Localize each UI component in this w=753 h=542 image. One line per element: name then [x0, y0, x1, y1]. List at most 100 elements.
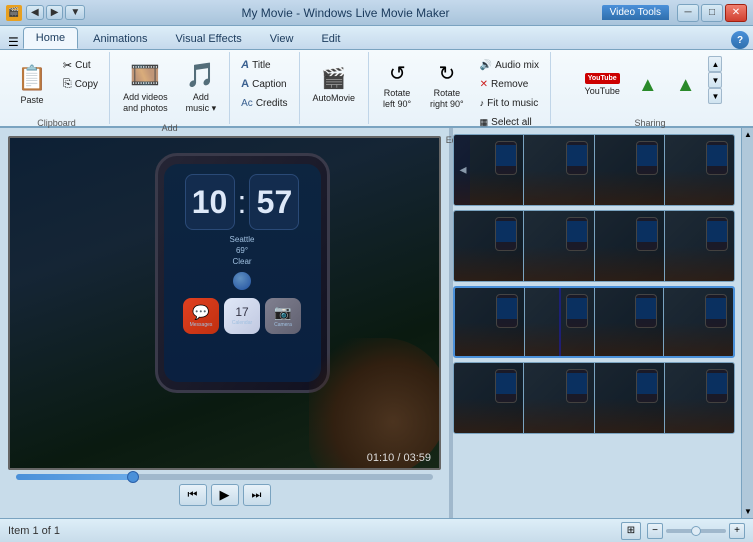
rotate-right-button[interactable]: ↻ Rotateright 90°	[423, 56, 471, 115]
progress-fill	[16, 474, 133, 480]
editing-content: ↻ Rotateleft 90° ↻ Rotateright 90° 🔊 Aud…	[375, 54, 544, 133]
rotate-right-icon: ↻	[438, 61, 455, 86]
progress-bar[interactable]	[16, 474, 433, 480]
video-screen: 10 : 57 Seattle69°Clear 💬 Messages	[10, 138, 439, 468]
titles-content: A Title A Caption Ac Credits	[236, 54, 292, 114]
title-bar-nav: ◀ ▶ ▼	[26, 5, 85, 20]
title-bar-left: 🎬 ◀ ▶ ▼ My Movie - Windows Live Movie Ma…	[6, 5, 602, 21]
clip-strip-3[interactable]	[453, 286, 735, 358]
add-group: 🎞️ Add videosand photos 🎵 Addmusic ▾ Add	[110, 52, 230, 124]
youtube-label: YouTube	[585, 86, 620, 97]
titles-column: A Title A Caption Ac Credits	[236, 56, 292, 112]
audio-mix-button[interactable]: 🔊 Audio mix	[475, 56, 544, 74]
titles-group: A Title A Caption Ac Credits -	[230, 52, 299, 124]
paste-button[interactable]: 📋 Paste	[10, 56, 54, 114]
youtube-icon: YouTube	[585, 73, 620, 84]
minimize-button[interactable]: ─	[677, 4, 699, 22]
timeline-panel: ▶	[453, 128, 741, 518]
timestamp-overlay: 01:10 / 03:59	[367, 452, 431, 464]
remove-icon: ✕	[480, 79, 488, 90]
scroll-mid-button[interactable]: ▼	[708, 72, 722, 88]
share-button-2[interactable]: ▲	[669, 56, 703, 114]
app-icon: 🎬	[6, 5, 22, 21]
progress-thumb[interactable]	[127, 471, 139, 483]
add-videos-icon: 🎞️	[130, 61, 160, 90]
title-label: Title	[252, 60, 271, 71]
timeline-scroll-down[interactable]: ▼	[744, 507, 751, 516]
copy-button[interactable]: ⎘ Copy	[58, 75, 103, 93]
clip-frame-1-2	[524, 135, 594, 205]
clock-display: 10 : 57	[185, 174, 300, 230]
clip-frame-3-4	[664, 288, 733, 356]
cut-button[interactable]: ✂ Cut	[58, 56, 103, 74]
rotate-right-label: Rotateright 90°	[430, 88, 464, 110]
add-videos-button[interactable]: 🎞️ Add videosand photos	[116, 56, 175, 119]
add-content: 🎞️ Add videosand photos 🎵 Addmusic ▾	[116, 54, 223, 121]
timeline-scroll-up[interactable]: ▲	[744, 130, 751, 139]
remove-label: Remove	[491, 79, 528, 90]
title-bar: 🎬 ◀ ▶ ▼ My Movie - Windows Live Movie Ma…	[0, 0, 753, 26]
share-button-1[interactable]: ▲	[631, 56, 665, 114]
caption-button[interactable]: A Caption	[236, 75, 292, 93]
credits-label: Credits	[256, 98, 288, 109]
tab-animations[interactable]: Animations	[80, 27, 160, 49]
nav-forward-button[interactable]: ▶	[46, 5, 64, 20]
clip-strip-4[interactable]	[453, 362, 735, 434]
storyboard-view-button[interactable]: ⊞	[621, 522, 641, 540]
clip-strip-1[interactable]: ▶	[453, 134, 735, 206]
scroll-up-button[interactable]: ▲	[708, 56, 722, 72]
nav-down-button[interactable]: ▼	[65, 5, 85, 20]
zoom-controls: − +	[647, 523, 745, 539]
forward-button[interactable]: ⏭	[243, 484, 271, 506]
rotate-left-button[interactable]: ↻ Rotateleft 90°	[375, 56, 419, 115]
credits-icon: Ac	[241, 98, 253, 109]
help-button[interactable]: ?	[731, 31, 749, 49]
status-bar: Item 1 of 1 ⊞ − +	[0, 518, 753, 542]
automovie-button[interactable]: 🎬 AutoMovie	[306, 56, 363, 114]
play-icon: ▶	[220, 487, 230, 503]
tab-home[interactable]: Home	[23, 27, 78, 49]
copy-label: Copy	[75, 79, 98, 90]
clip-frame-1-3	[595, 135, 665, 205]
video-tools-badge: Video Tools	[602, 5, 669, 20]
select-all-label: Select all	[491, 117, 532, 128]
clipboard-group: 📋 Paste ✂ Cut ⎘ Copy Clipboard	[4, 52, 110, 124]
clipboard-column: ✂ Cut ⎘ Copy	[58, 56, 103, 93]
add-music-button[interactable]: 🎵 Addmusic ▾	[179, 56, 224, 119]
ribbon: 📋 Paste ✂ Cut ⎘ Copy Clipboard 🎞️ Add vi…	[0, 50, 753, 128]
paste-label: Paste	[20, 95, 43, 106]
rewind-button[interactable]: ⏮	[179, 484, 207, 506]
sharing-group: YouTube YouTube ▲ ▲ ▲ ▼ ▼ Sharing	[551, 52, 749, 124]
scroll-down-button[interactable]: ▼	[708, 88, 722, 104]
title-button[interactable]: A Title	[236, 56, 292, 74]
play-button[interactable]: ▶	[211, 484, 239, 506]
select-all-button[interactable]: ▦ Select all	[475, 113, 544, 131]
title-icon: A	[241, 59, 249, 71]
nav-back-button[interactable]: ◀	[26, 5, 44, 20]
clock-hour: 10	[185, 174, 235, 230]
editing-column: 🔊 Audio mix ✕ Remove ♪ Fit to music ▦ Se…	[475, 56, 544, 131]
calendar-app-icon: 17 Calendar	[224, 298, 260, 334]
remove-button[interactable]: ✕ Remove	[475, 75, 544, 93]
add-videos-label: Add videosand photos	[123, 92, 168, 114]
zoom-track[interactable]	[666, 529, 726, 533]
rotate-left-label: Rotateleft 90°	[383, 88, 411, 110]
tab-view[interactable]: View	[257, 27, 307, 49]
fit-to-music-button[interactable]: ♪ Fit to music	[475, 94, 544, 112]
hand-graphic	[309, 338, 441, 470]
forward-icon: ⏭	[252, 489, 262, 502]
tab-visual-effects[interactable]: Visual Effects	[163, 27, 255, 49]
zoom-in-button[interactable]: +	[729, 523, 745, 539]
tab-edit[interactable]: Edit	[308, 27, 353, 49]
clock-minute: 57	[249, 174, 299, 230]
zoom-thumb[interactable]	[691, 526, 701, 536]
zoom-out-button[interactable]: −	[647, 523, 663, 539]
clip-strip-2[interactable]	[453, 210, 735, 282]
credits-button[interactable]: Ac Credits	[236, 94, 292, 112]
youtube-button[interactable]: YouTube YouTube	[578, 56, 627, 114]
camera-app-icon: 📷 Camera	[265, 298, 301, 334]
maximize-button[interactable]: □	[701, 4, 723, 22]
timeline-scrollbar[interactable]: ▲ ▼	[741, 128, 753, 518]
close-button[interactable]: ✕	[725, 4, 747, 22]
add-music-icon: 🎵	[186, 61, 216, 90]
